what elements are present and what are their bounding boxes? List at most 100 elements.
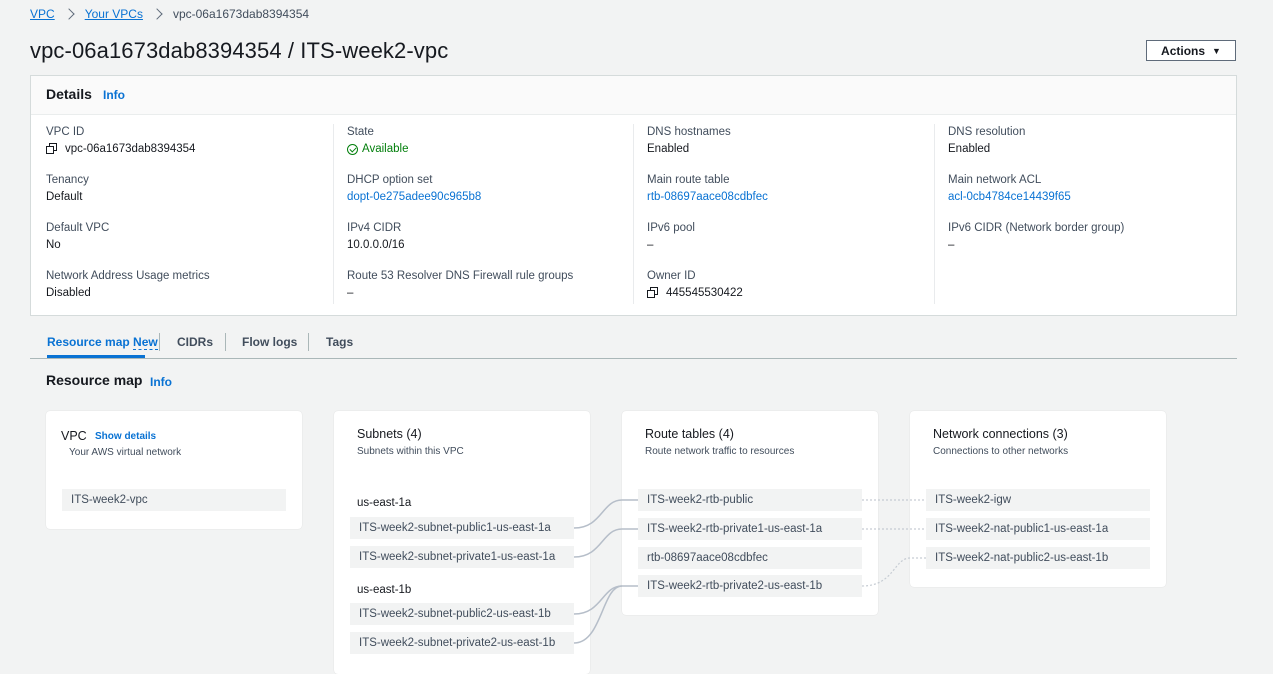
owner-id-value: 445545530422 bbox=[666, 287, 743, 299]
field-label: Route 53 Resolver DNS Firewall rule grou… bbox=[347, 270, 574, 282]
field-value: Enabled bbox=[647, 143, 690, 155]
field-label: Main route table bbox=[647, 174, 730, 186]
active-tab-indicator bbox=[47, 355, 145, 358]
field-value: Disabled bbox=[46, 287, 91, 299]
field-dhcp: DHCP option set dopt-0e275adee90c965b8 bbox=[347, 174, 481, 203]
breadcrumb: VPC Your VPCs vpc-06a1673dab8394354 bbox=[30, 7, 309, 21]
new-badge: New bbox=[133, 335, 158, 350]
vpc-card-title: VPC bbox=[61, 429, 87, 443]
tab-tags[interactable]: Tags bbox=[326, 335, 353, 349]
field-label: Default VPC bbox=[46, 222, 110, 234]
column-divider bbox=[934, 124, 935, 304]
field-label: Owner ID bbox=[647, 270, 696, 282]
field-label: IPv6 pool bbox=[647, 222, 695, 234]
field-value: – bbox=[347, 287, 354, 299]
vpc-id-value: vpc-06a1673dab8394354 bbox=[65, 143, 196, 155]
dhcp-link[interactable]: dopt-0e275adee90c965b8 bbox=[347, 191, 481, 203]
field-vpc-id: VPC ID vpc-06a1673dab8394354 bbox=[46, 126, 195, 155]
subnet-item[interactable]: ITS-week2-subnet-public2-us-east-1b bbox=[350, 603, 574, 625]
tab-flow-logs[interactable]: Flow logs bbox=[242, 335, 297, 349]
field-label: Tenancy bbox=[46, 174, 89, 186]
field-ipv6-cidr: IPv6 CIDR (Network border group) – bbox=[948, 222, 1124, 251]
caret-down-icon: ▼ bbox=[1212, 45, 1221, 56]
details-header: Details Info bbox=[31, 76, 1236, 115]
route-table-item[interactable]: ITS-week2-rtb-public bbox=[638, 489, 862, 511]
network-connection-item[interactable]: ITS-week2-nat-public2-us-east-1b bbox=[926, 547, 1150, 569]
field-tenancy: Tenancy Default bbox=[46, 174, 89, 203]
field-label: State bbox=[347, 126, 374, 138]
az-label: us-east-1a bbox=[357, 497, 412, 509]
network-connection-item[interactable]: ITS-week2-nat-public1-us-east-1a bbox=[926, 518, 1150, 540]
field-dns-hostnames: DNS hostnames Enabled bbox=[647, 126, 731, 155]
vpc-card-subtitle: Your AWS virtual network bbox=[69, 447, 182, 458]
field-label: DHCP option set bbox=[347, 174, 433, 186]
field-value: Default bbox=[46, 191, 83, 203]
main-route-table-link[interactable]: rtb-08697aace08cdbfec bbox=[647, 191, 768, 203]
field-ipv6-pool: IPv6 pool – bbox=[647, 222, 695, 251]
field-main-acl: Main network ACL acl-0cb4784ce14439f65 bbox=[948, 174, 1071, 203]
subnets-card: Subnets (4) Subnets within this VPC us-e… bbox=[334, 411, 590, 674]
details-info-link[interactable]: Info bbox=[103, 88, 125, 102]
field-label: DNS resolution bbox=[948, 126, 1026, 138]
field-value: Available bbox=[347, 143, 408, 155]
field-label: VPC ID bbox=[46, 126, 85, 138]
tab-divider bbox=[225, 333, 226, 351]
tab-divider bbox=[159, 333, 160, 351]
field-main-route-table: Main route table rtb-08697aace08cdbfec bbox=[647, 174, 768, 203]
subnet-item[interactable]: ITS-week2-subnet-public1-us-east-1a bbox=[350, 517, 574, 539]
field-value: No bbox=[46, 239, 61, 251]
field-value: 10.0.0.0/16 bbox=[347, 239, 405, 251]
field-label: IPv6 CIDR (Network border group) bbox=[948, 222, 1125, 234]
field-default-vpc: Default VPC No bbox=[46, 222, 109, 251]
subnet-item[interactable]: ITS-week2-subnet-private1-us-east-1a bbox=[350, 546, 574, 568]
network-connection-item[interactable]: ITS-week2-igw bbox=[926, 489, 1150, 511]
network-connections-card-subtitle: Connections to other networks bbox=[933, 446, 1069, 457]
field-value: – bbox=[647, 239, 654, 251]
route-tables-card-title: Route tables (4) bbox=[645, 427, 734, 441]
field-label: DNS hostnames bbox=[647, 126, 731, 138]
network-connections-card-title: Network connections (3) bbox=[933, 427, 1068, 441]
field-nau-metrics: Network Address Usage metrics Disabled bbox=[46, 270, 210, 299]
vpc-card: VPC Show details Your AWS virtual networ… bbox=[46, 411, 302, 529]
breadcrumb-your-vpcs-link[interactable]: Your VPCs bbox=[85, 7, 143, 21]
subnets-card-title: Subnets (4) bbox=[357, 427, 422, 441]
route-table-item[interactable]: ITS-week2-rtb-private1-us-east-1a bbox=[638, 518, 862, 540]
field-owner-id: Owner ID 445545530422 bbox=[647, 270, 743, 299]
tab-label: Resource map bbox=[47, 335, 130, 349]
route-table-item[interactable]: ITS-week2-rtb-private2-us-east-1b bbox=[638, 575, 862, 597]
copy-icon[interactable] bbox=[46, 143, 58, 155]
resource-map-info-link[interactable]: Info bbox=[150, 375, 172, 389]
show-details-link[interactable]: Show details bbox=[95, 431, 156, 442]
column-divider bbox=[333, 124, 334, 304]
chevron-right-icon bbox=[151, 8, 163, 20]
az-label: us-east-1b bbox=[357, 584, 412, 596]
breadcrumb-vpc-link[interactable]: VPC bbox=[30, 7, 55, 21]
field-value: vpc-06a1673dab8394354 bbox=[46, 143, 195, 155]
resource-map-title: Resource map bbox=[46, 372, 143, 388]
route-tables-card: Route tables (4) Route network traffic t… bbox=[622, 411, 878, 615]
route-tables-card-subtitle: Route network traffic to resources bbox=[645, 446, 795, 457]
field-route53: Route 53 Resolver DNS Firewall rule grou… bbox=[347, 270, 573, 299]
tab-resource-map[interactable]: Resource map New bbox=[47, 335, 158, 350]
field-value: Enabled bbox=[948, 143, 991, 155]
actions-button[interactable]: Actions ▼ bbox=[1146, 40, 1236, 61]
details-panel: Details Info VPC ID vpc-06a1673dab839435… bbox=[30, 75, 1237, 316]
breadcrumb-current: vpc-06a1673dab8394354 bbox=[172, 7, 310, 21]
page-title: vpc-06a1673dab8394354 / ITS-week2-vpc bbox=[30, 38, 449, 63]
chevron-right-icon bbox=[63, 8, 75, 20]
field-label: IPv4 CIDR bbox=[347, 222, 402, 234]
copy-icon[interactable] bbox=[647, 287, 659, 299]
details-title: Details bbox=[46, 86, 92, 102]
field-state: State Available bbox=[347, 126, 408, 155]
check-circle-icon bbox=[347, 143, 358, 155]
subnet-item[interactable]: ITS-week2-subnet-private2-us-east-1b bbox=[350, 632, 574, 654]
main-acl-link[interactable]: acl-0cb4784ce14439f65 bbox=[948, 191, 1071, 203]
field-value: 445545530422 bbox=[647, 287, 743, 299]
tab-cidrs[interactable]: CIDRs bbox=[177, 335, 213, 349]
network-connections-card: Network connections (3) Connections to o… bbox=[910, 411, 1166, 587]
field-dns-resolution: DNS resolution Enabled bbox=[948, 126, 1025, 155]
field-ipv4-cidr: IPv4 CIDR 10.0.0.0/16 bbox=[347, 222, 405, 251]
route-table-item[interactable]: rtb-08697aace08cdbfec bbox=[638, 547, 862, 569]
tab-bar: Resource map New CIDRs Flow logs Tags bbox=[30, 331, 1237, 359]
vpc-item[interactable]: ITS-week2-vpc bbox=[62, 489, 286, 511]
